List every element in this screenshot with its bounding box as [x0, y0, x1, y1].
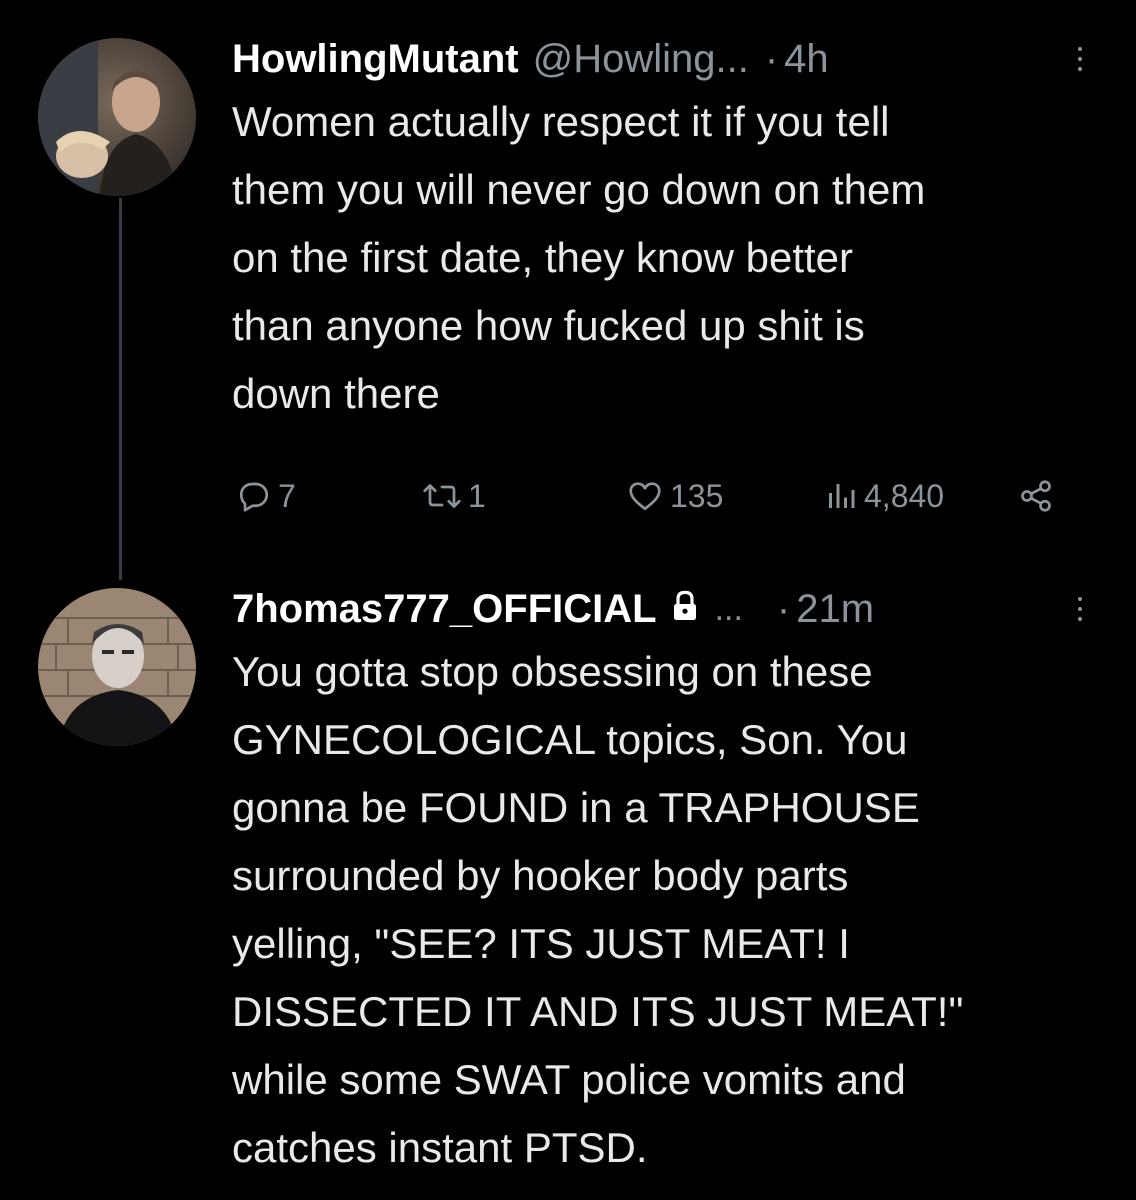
views-chart-icon: [829, 484, 855, 508]
retweet-icon: [423, 484, 461, 508]
retweet-count: 1: [468, 477, 486, 514]
tweet-2[interactable]: 7homas777_OFFICIAL ... · 21m You gotta s…: [232, 582, 1106, 1182]
author-handle[interactable]: @Howling...: [533, 37, 749, 82]
lock-icon: [671, 587, 699, 632]
tweet-1[interactable]: HowlingMutant @Howling... · 4h Women act…: [232, 32, 1106, 428]
more-options-icon[interactable]: [1078, 597, 1082, 621]
reply-button[interactable]: 7: [236, 474, 296, 518]
thread-connector-line: [119, 198, 122, 580]
reply-icon: [239, 482, 269, 512]
tweet-text: You gotta stop obsessing on these GYNECO…: [232, 648, 964, 1171]
avatar-photo-icon: [38, 588, 196, 746]
tweet-text: Women actually respect it if you tell th…: [232, 98, 926, 417]
truncated-handle[interactable]: ...: [715, 590, 743, 629]
timestamp[interactable]: 21m: [796, 587, 874, 632]
tweet-actions: 7 1 135 4,840: [232, 474, 1052, 518]
tweet-header: 7homas777_OFFICIAL ... · 21m: [232, 582, 1106, 636]
avatar[interactable]: [38, 38, 196, 196]
author-name[interactable]: 7homas777_OFFICIAL: [232, 587, 657, 632]
author-name[interactable]: HowlingMutant: [232, 37, 519, 82]
more-options-icon[interactable]: [1078, 47, 1082, 71]
separator-dot: ·: [776, 586, 791, 631]
avatar[interactable]: [38, 588, 196, 746]
views-button[interactable]: 4,840: [824, 474, 944, 518]
like-count: 135: [670, 477, 724, 514]
timestamp[interactable]: 4h: [784, 37, 829, 82]
tweet-header: HowlingMutant @Howling... · 4h: [232, 32, 1106, 86]
share-button[interactable]: [1018, 474, 1054, 518]
like-button[interactable]: 135: [626, 474, 723, 518]
share-icon: [1021, 480, 1051, 512]
reply-count: 7: [278, 477, 296, 514]
avatar-photo-icon: [38, 38, 196, 196]
separator-dot: ·: [764, 36, 779, 81]
views-count: 4,840: [864, 477, 945, 514]
heart-icon: [629, 482, 661, 511]
retweet-button[interactable]: 1: [422, 474, 486, 518]
